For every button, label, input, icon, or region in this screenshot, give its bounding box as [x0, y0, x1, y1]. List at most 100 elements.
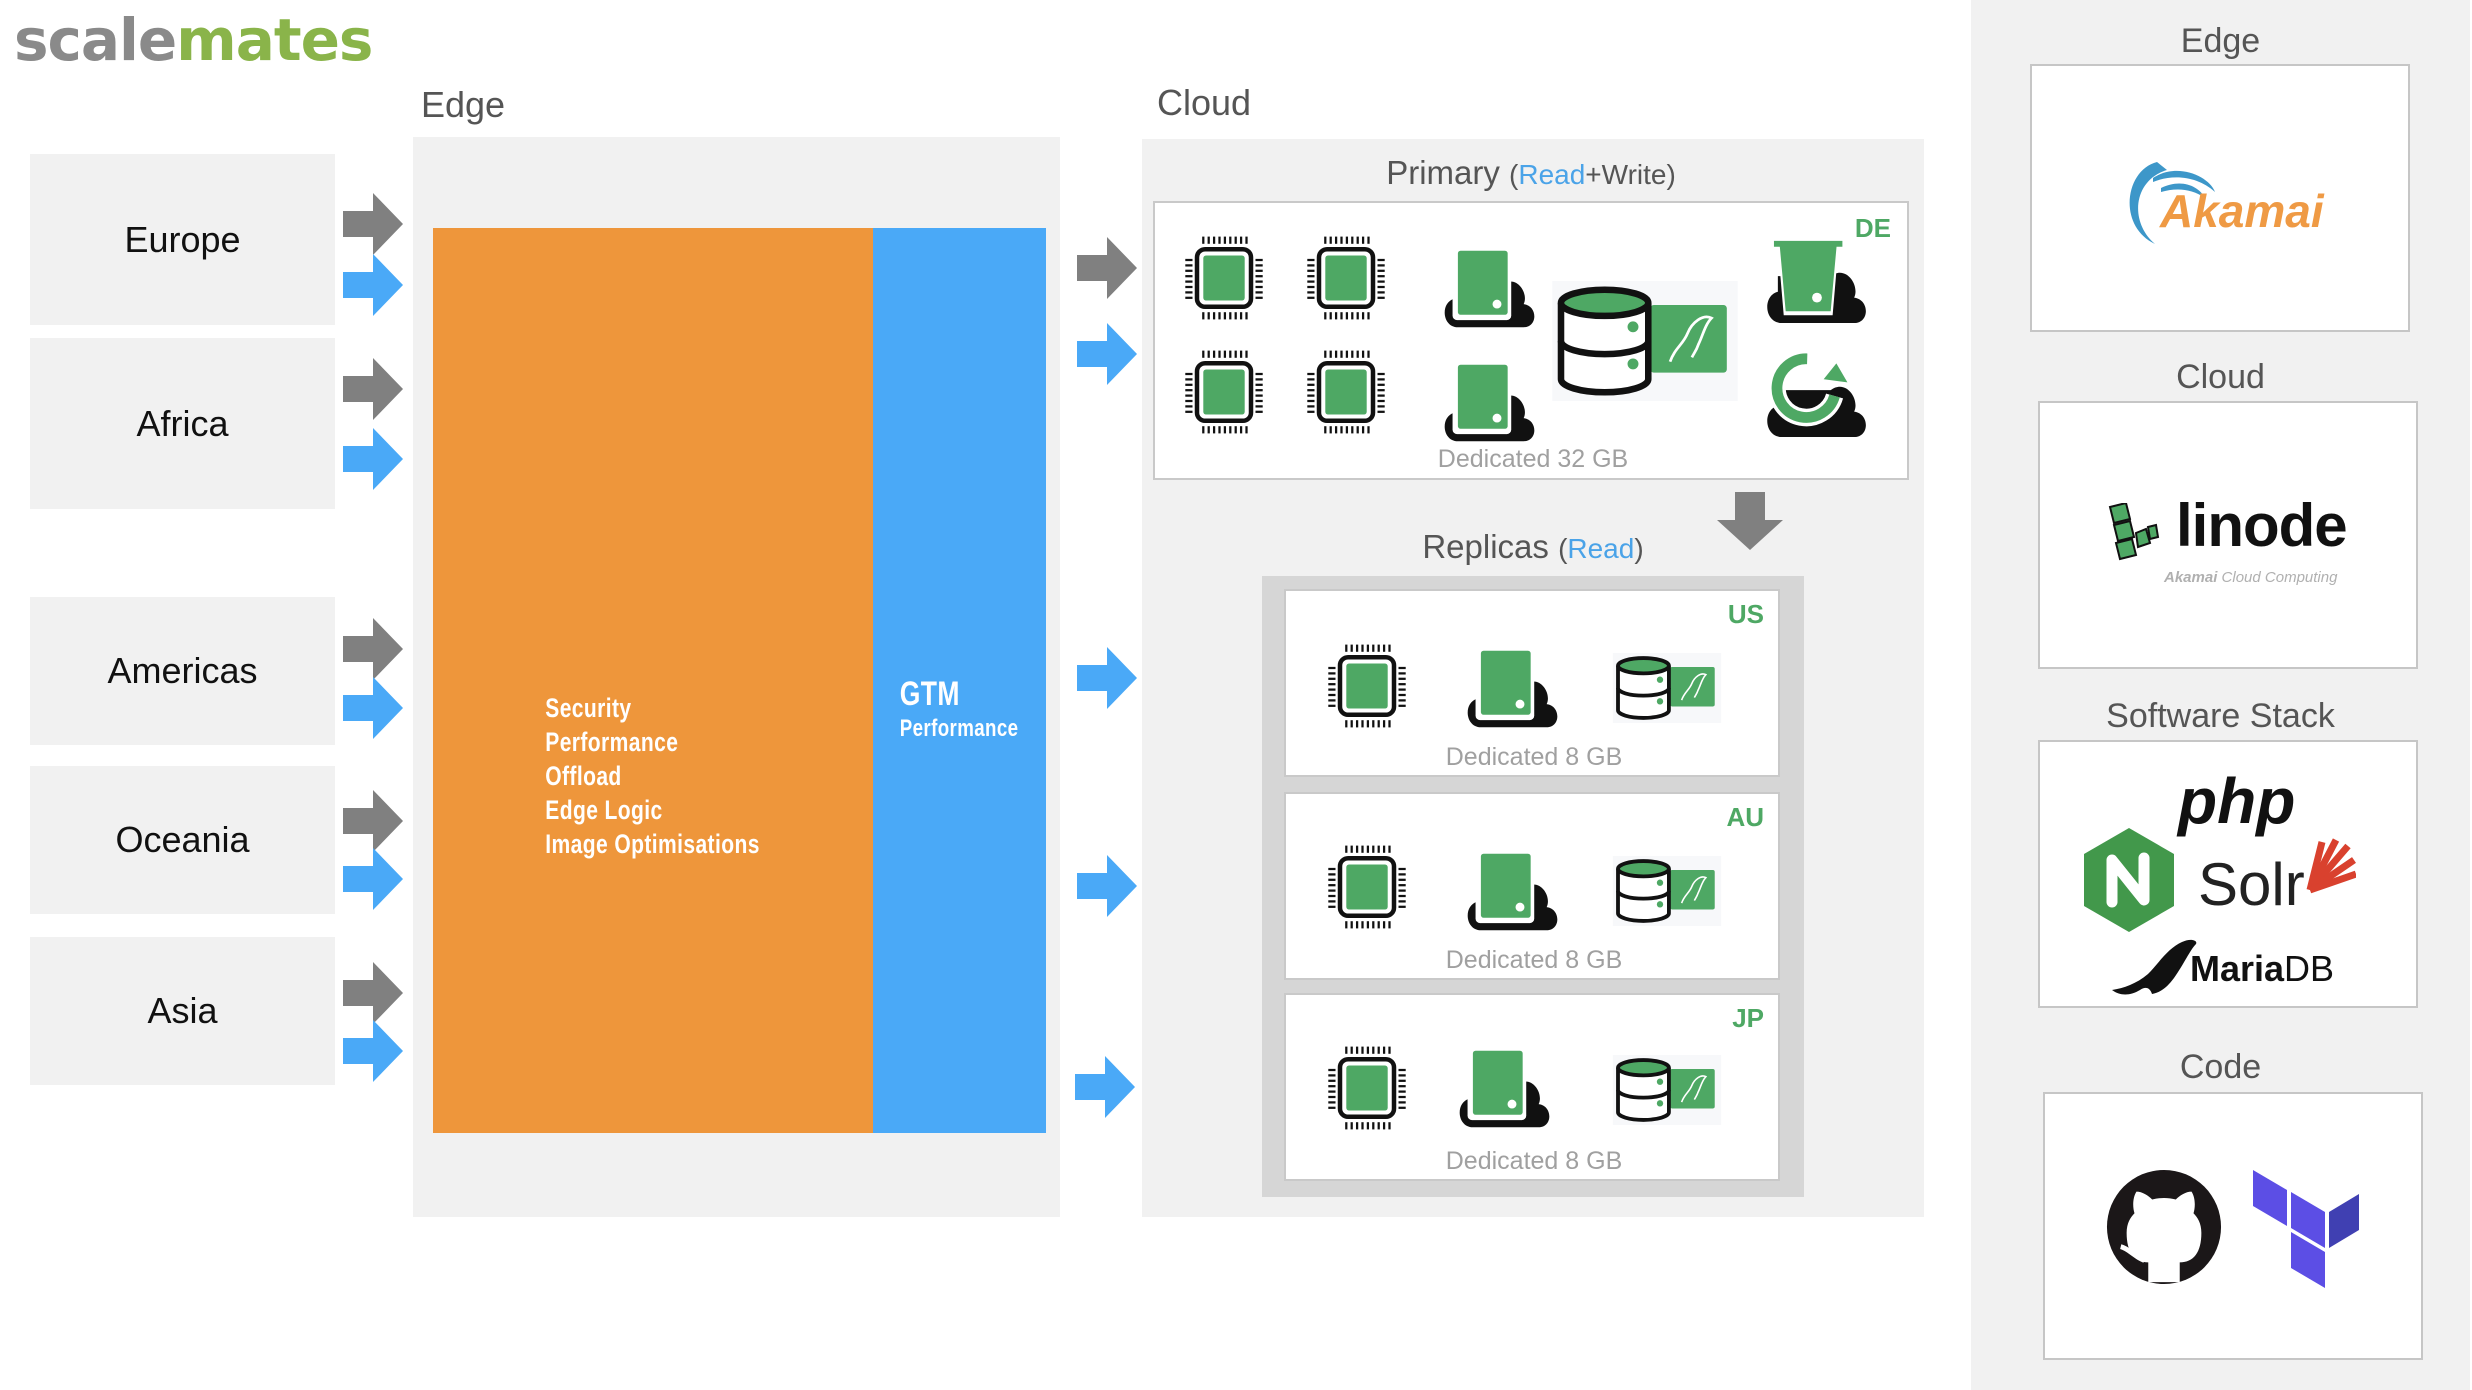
- cpu-icon: [1305, 233, 1387, 323]
- cpu-icon: [1183, 347, 1265, 437]
- cpu-icon: [1326, 641, 1408, 731]
- gtm-block: GTM Performance: [873, 228, 1046, 1133]
- feature-offload: Offload: [545, 760, 623, 791]
- paren: (: [1558, 533, 1568, 564]
- cpu-icon: [1305, 347, 1387, 437]
- mysql-database-icon: [1586, 653, 1748, 723]
- cpu-icon: [1326, 1043, 1408, 1133]
- arrow-right-icon: [343, 962, 403, 1024]
- plan-caption: Dedicated 8 GB: [1445, 946, 1623, 974]
- linode-tagline-bold: Akamai: [2164, 569, 2218, 586]
- legend-software-label: Software Stack: [2106, 697, 2335, 735]
- write-label: +Write): [1585, 159, 1676, 190]
- edge-features-block: Security Performance Offload Edge Logic …: [433, 228, 873, 1133]
- linode-tagline: Akamai Cloud Computing: [2164, 569, 2337, 586]
- plan-caption: Dedicated 32 GB: [1437, 445, 1629, 473]
- linode-tagline-text: Cloud Computing: [2221, 569, 2338, 586]
- replicas-title-text: Replicas: [1422, 528, 1549, 565]
- primary-card: DE Dedicated 32 GB: [1153, 201, 1909, 480]
- region-asia: Asia: [30, 937, 335, 1085]
- arrow-right-icon: [1077, 237, 1137, 299]
- plan-caption: Dedicated 8 GB: [1445, 743, 1623, 771]
- arrow-right-icon: [1077, 323, 1137, 385]
- arrow-right-icon: [343, 618, 403, 680]
- replica-card-jp: JP Dedicated 8 GB: [1284, 993, 1780, 1181]
- legend-cloud-label: Cloud: [2176, 358, 2265, 396]
- replicas-title: Replicas (Read): [1262, 528, 1804, 566]
- region-code-badge: JP: [1732, 1003, 1764, 1033]
- cloud-section-label: Cloud: [1157, 82, 1252, 123]
- primary-title-text: Primary: [1386, 154, 1500, 191]
- plan-caption: Dedicated 8 GB: [1445, 1147, 1623, 1175]
- object-storage-icon: [1760, 237, 1872, 325]
- software-stack-box: php Solr MariaDB: [2038, 740, 2418, 1008]
- php-logo: php: [2178, 765, 2296, 837]
- arrow-right-icon: [343, 677, 403, 739]
- primary-title: Primary (Read+Write): [1153, 154, 1909, 192]
- region-label: Oceania: [115, 819, 250, 860]
- akamai-logo-box: Akamai: [2030, 64, 2410, 332]
- mysql-database-icon: [1586, 1055, 1748, 1125]
- region-europe: Europe: [30, 154, 335, 325]
- arrow-right-icon: [1075, 1056, 1135, 1118]
- mysql-database-icon: [1547, 281, 1743, 401]
- mariadb-logo: MariaDB: [2190, 948, 2334, 990]
- code-tools-box: [2043, 1092, 2423, 1360]
- region-label: Africa: [136, 402, 229, 444]
- cloud-volume-icon: [1456, 649, 1568, 729]
- paren: ): [1634, 533, 1644, 564]
- edge-section-label: Edge: [421, 84, 506, 125]
- arrow-right-icon: [343, 193, 403, 255]
- arrow-right-icon: [343, 848, 403, 910]
- arrow-right-icon: [343, 790, 403, 852]
- solr-logo: Solr: [2198, 851, 2305, 918]
- arrow-right-icon: [343, 254, 403, 316]
- arrow-right-icon: [343, 428, 403, 490]
- arrow-right-icon: [343, 358, 403, 420]
- mysql-database-icon: [1586, 856, 1748, 926]
- read-label: Read: [1518, 159, 1586, 190]
- replica-card-us: US Dedicated 8 GB: [1284, 589, 1780, 777]
- brand-logo: scalemates: [14, 6, 373, 74]
- region-label: Asia: [147, 990, 218, 1031]
- region-oceania: Oceania: [30, 766, 335, 914]
- nginx-logo-icon: [2084, 828, 2174, 932]
- linode-logo-box: linode Akamai Cloud Computing: [2038, 401, 2418, 669]
- linode-logo-icon: [2108, 503, 2160, 561]
- arrow-right-icon: [1077, 855, 1137, 917]
- arrow-right-icon: [343, 1020, 403, 1082]
- gtm-title: GTM: [900, 674, 961, 713]
- akamai-wordmark: Akamai: [2160, 185, 2324, 237]
- region-americas: Americas: [30, 597, 335, 745]
- feature-security: Security: [545, 692, 632, 723]
- gtm-subtitle: Performance: [900, 714, 1019, 742]
- cloud-backup-icon: [1760, 351, 1872, 439]
- cpu-icon: [1183, 233, 1265, 323]
- region-label: Europe: [124, 218, 241, 260]
- legend-edge-label: Edge: [2180, 22, 2261, 60]
- cloud-volume-icon: [1448, 1049, 1560, 1129]
- mariadb-logo-bold: Maria: [2190, 948, 2285, 989]
- arrow-right-icon: [1077, 647, 1137, 709]
- cloud-volume-icon: [1433, 249, 1545, 329]
- read-label: Read: [1567, 533, 1635, 564]
- terraform-icon: [2253, 1170, 2359, 1288]
- cloud-volume-icon: [1433, 363, 1545, 443]
- github-icon: [2106, 1169, 2222, 1285]
- linode-wordmark: linode: [2176, 492, 2348, 559]
- solr-sun-icon: [2306, 838, 2356, 894]
- cpu-icon: [1326, 842, 1408, 932]
- mariadb-seal-icon: [2112, 939, 2197, 995]
- cloud-volume-icon: [1456, 852, 1568, 932]
- brand-logo-part2: mates: [176, 6, 373, 74]
- region-label: Americas: [107, 650, 258, 691]
- paren: (: [1509, 159, 1519, 190]
- mariadb-logo-text: DB: [2284, 948, 2335, 989]
- feature-image-optimisations: Image Optimisations: [545, 828, 761, 859]
- region-code-badge: AU: [1726, 802, 1764, 832]
- feature-performance: Performance: [545, 726, 679, 757]
- region-code-badge: US: [1727, 599, 1764, 629]
- feature-edge-logic: Edge Logic: [545, 794, 664, 825]
- replica-card-au: AU Dedicated 8 GB: [1284, 792, 1780, 980]
- region-africa: Africa: [30, 338, 335, 509]
